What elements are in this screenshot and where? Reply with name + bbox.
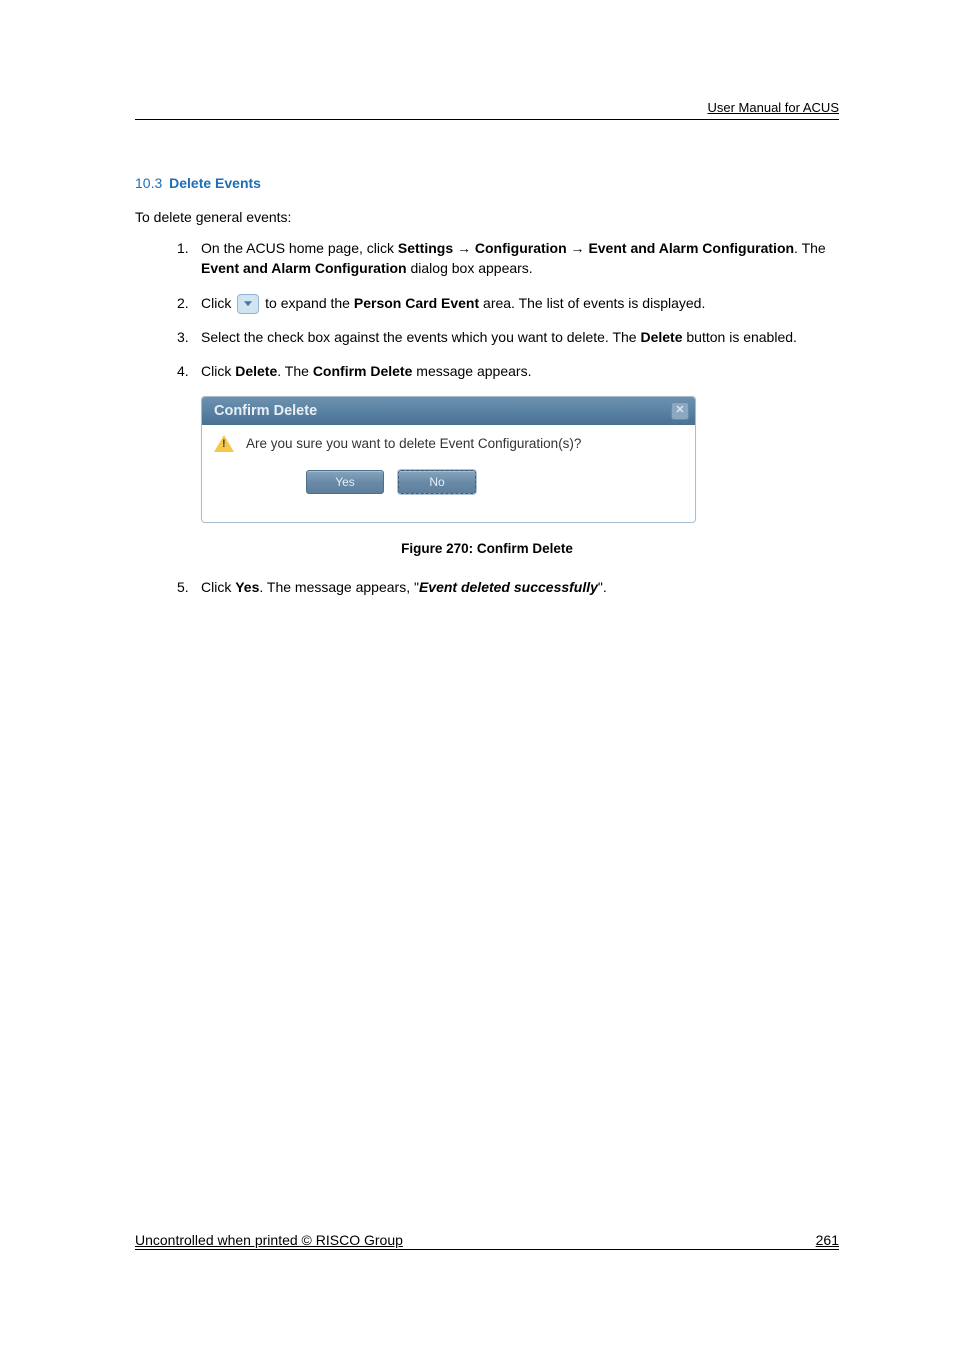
step-text: . The message appears, " [259, 579, 419, 595]
step-bold: Event and Alarm Configuration [588, 240, 794, 256]
dialog-message-row: Are you sure you want to delete Event Co… [214, 435, 683, 452]
step-arrow: → [567, 240, 589, 256]
confirm-delete-dialog: Confirm Delete ✕ Are you sure you want t… [201, 396, 696, 523]
step-text: Click [201, 295, 235, 311]
dialog-body: Are you sure you want to delete Event Co… [202, 425, 695, 522]
step-bold: Delete [235, 363, 277, 379]
step-text: Click [201, 363, 235, 379]
steps-list: 1. On the ACUS home page, click Settings… [135, 239, 839, 382]
step-number: 2. [177, 292, 189, 314]
figure-caption: Figure 270: Confirm Delete [135, 541, 839, 556]
dialog-title-bar: Confirm Delete ✕ [202, 397, 695, 425]
section-title-text: Delete Events [169, 175, 261, 191]
section-number: 10.3 [135, 175, 162, 191]
step-text: button is enabled. [683, 329, 797, 345]
step-number: 1. [177, 239, 189, 259]
step-3: 3. Select the check box against the even… [177, 328, 839, 348]
dialog-title: Confirm Delete [214, 403, 317, 419]
step-text: On the ACUS home page, click [201, 240, 398, 256]
chevron-down-icon [237, 294, 259, 314]
step-bold: Event and Alarm Configuration [201, 260, 407, 276]
step-text: . The [277, 363, 313, 379]
step-text: dialog box appears. [407, 260, 533, 276]
step-bold: Yes [235, 579, 259, 595]
step-bold: Settings [398, 240, 453, 256]
step-number: 3. [177, 328, 189, 348]
step-bold: Person Card Event [354, 295, 479, 311]
page-footer: Uncontrolled when printed © RISCO Group … [135, 1232, 839, 1250]
step-text: . The [794, 240, 826, 256]
step-text: Select the check box against the events … [201, 329, 640, 345]
step-bold-italic: Event deleted successfully [419, 579, 598, 595]
step-bold: Configuration [475, 240, 567, 256]
document-page: User Manual for ACUS 10.3 Delete Events … [0, 0, 954, 597]
close-icon[interactable]: ✕ [671, 402, 689, 420]
step-text: Click [201, 579, 235, 595]
step-bold: Delete [640, 329, 682, 345]
yes-button[interactable]: Yes [306, 470, 384, 494]
step-text: ". [598, 579, 607, 595]
step-5: 5. Click Yes. The message appears, "Even… [177, 578, 839, 598]
intro-text: To delete general events: [135, 209, 839, 225]
step-4: 4. Click Delete. The Confirm Delete mess… [177, 362, 839, 382]
step-text: message appears. [412, 363, 531, 379]
dialog-button-row: Yes No [214, 470, 683, 494]
step-2: 2. Click to expand the Person Card Event… [177, 292, 839, 314]
step-number: 5. [177, 578, 189, 598]
step-1: 1. On the ACUS home page, click Settings… [177, 239, 839, 278]
step-bold: Confirm Delete [313, 363, 413, 379]
section-heading: 10.3 Delete Events [135, 175, 839, 191]
header-divider [135, 119, 839, 120]
step-text: to expand the [261, 295, 354, 311]
dialog-message: Are you sure you want to delete Event Co… [246, 436, 581, 451]
page-number: 261 [816, 1232, 839, 1249]
steps-list-continued: 5. Click Yes. The message appears, "Even… [135, 578, 839, 598]
step-number: 4. [177, 362, 189, 382]
footer-copyright: Uncontrolled when printed © RISCO Group [135, 1232, 403, 1249]
dialog-screenshot: Confirm Delete ✕ Are you sure you want t… [201, 396, 839, 523]
no-button[interactable]: No [398, 470, 476, 494]
warning-icon [214, 435, 234, 452]
step-arrow: → [453, 240, 475, 256]
page-header-right: User Manual for ACUS [135, 100, 839, 119]
step-text: area. The list of events is displayed. [479, 295, 705, 311]
